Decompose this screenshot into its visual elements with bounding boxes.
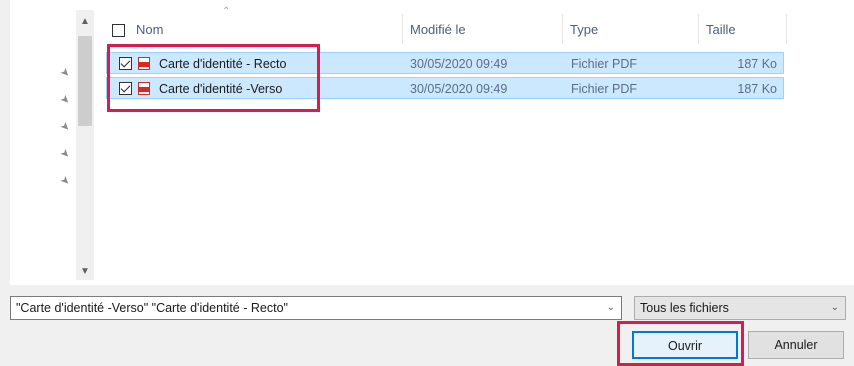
sort-caret-icon: ⌃ [222, 6, 231, 17]
column-header-name[interactable]: Nom [136, 20, 163, 40]
column-header-type[interactable]: Type [570, 20, 598, 40]
files-highlight-box [107, 44, 320, 112]
file-modified: 30/05/2020 09:49 [410, 82, 508, 96]
column-separator[interactable] [698, 14, 699, 44]
column-separator[interactable] [562, 14, 563, 44]
cancel-button[interactable]: Annuler [748, 331, 844, 359]
file-type-select[interactable]: Tous les fichiers ⌄ [634, 296, 846, 320]
open-button-highlight-box [617, 321, 744, 366]
scroll-thumb[interactable] [78, 36, 92, 126]
select-all-checkbox[interactable] [112, 24, 125, 37]
scroll-down-icon[interactable]: ▼ [76, 264, 94, 280]
filename-input[interactable]: "Carte d'identité -Verso" "Carte d'ident… [10, 296, 622, 320]
filename-value: "Carte d'identité -Verso" "Carte d'ident… [16, 301, 288, 315]
chevron-down-icon[interactable]: ⌄ [607, 297, 615, 319]
list-header: ⌃ Nom Modifié le Type Taille [106, 6, 787, 46]
file-open-dialog: ▲ ▼ ➤ ➤ ➤ ➤ ➤ ⌃ Nom Modifié le Type Tail… [0, 0, 854, 366]
column-separator[interactable] [786, 14, 787, 44]
column-separator[interactable] [402, 14, 403, 44]
file-size: 187 Ko [737, 82, 777, 96]
file-modified: 30/05/2020 09:49 [410, 57, 508, 71]
nav-pane-scrollbar[interactable]: ▲ ▼ [76, 10, 94, 280]
scroll-up-icon[interactable]: ▲ [76, 14, 94, 30]
chevron-down-icon[interactable]: ⌄ [831, 297, 839, 319]
column-header-modified[interactable]: Modifié le [410, 20, 466, 40]
column-header-size[interactable]: Taille [706, 20, 736, 40]
file-type: Fichier PDF [571, 82, 637, 96]
file-type: Fichier PDF [571, 57, 637, 71]
file-size: 187 Ko [737, 57, 777, 71]
file-type-selected: Tous les fichiers [640, 301, 729, 315]
